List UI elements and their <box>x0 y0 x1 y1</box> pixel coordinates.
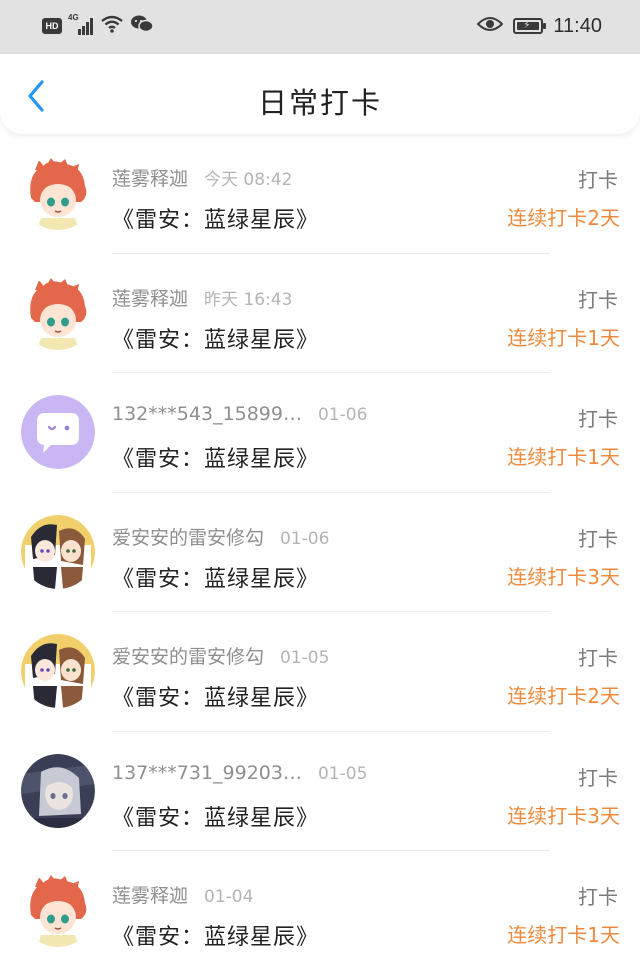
status-left: HD 4G <box>42 13 154 38</box>
username[interactable]: 132***543_15899… <box>112 403 302 425</box>
avatar[interactable] <box>21 395 95 469</box>
name-line: 莲雾释迦 昨天 16:43 <box>112 284 292 311</box>
streak-label: 连续打卡1天 <box>507 325 620 350</box>
username[interactable]: 爱安安的雷安修勾 <box>112 523 264 550</box>
status-right: ⚡ 11:40 <box>477 12 602 40</box>
list-item[interactable]: 莲雾释迦 01-04 《雷安：蓝绿星辰》 打卡 连续打卡1天 <box>0 851 640 971</box>
streak-label: 连续打卡2天 <box>507 684 620 708</box>
name-line: 132***543_15899… 01-06 <box>112 403 367 425</box>
top-nav-bar: 日常打卡 <box>0 54 640 134</box>
name-line: 莲雾释迦 01-04 <box>112 881 253 908</box>
name-line: 爱安安的雷安修勾 01-06 <box>112 523 329 550</box>
list-item[interactable]: 莲雾释迦 昨天 16:43 《雷安：蓝绿星辰》 打卡 连续打卡1天 <box>0 254 640 373</box>
username[interactable]: 莲雾释迦 <box>112 881 188 908</box>
avatar[interactable] <box>21 275 95 350</box>
timestamp: 昨天 16:43 <box>204 289 293 310</box>
book-title[interactable]: 《雷安：蓝绿星辰》 <box>112 322 319 354</box>
wifi-icon <box>100 14 124 38</box>
timestamp: 01-06 <box>317 405 368 425</box>
avatar[interactable] <box>21 753 95 828</box>
streak-label: 连续打卡3天 <box>507 803 620 828</box>
username[interactable]: 爱安安的雷安修勾 <box>112 642 264 669</box>
book-title[interactable]: 《雷安：蓝绿星辰》 <box>112 561 319 593</box>
timestamp: 01-05 <box>280 648 330 668</box>
eye-icon <box>477 15 504 37</box>
list-item[interactable]: 爱安安的雷安修勾 01-05 《雷安：蓝绿星辰》 打卡 连续打卡2天 <box>0 612 640 732</box>
network-type-label: 4G <box>68 13 79 22</box>
streak-label: 连续打卡2天 <box>507 206 620 230</box>
page-title: 日常打卡 <box>257 86 382 120</box>
username[interactable]: 137***731_99203… <box>112 762 302 784</box>
timestamp: 01-04 <box>204 887 254 907</box>
battery-icon: ⚡ <box>513 18 547 34</box>
book-title[interactable]: 《雷安：蓝绿星辰》 <box>112 202 319 234</box>
status-bar: HD 4G ⚡ 11:40 <box>0 0 640 54</box>
list-item[interactable]: 爱安安的雷安修勾 01-06 《雷安：蓝绿星辰》 打卡 连续打卡3天 <box>0 493 640 612</box>
hd-icon: HD <box>42 18 62 34</box>
wechat-icon <box>130 14 154 38</box>
name-line: 爱安安的雷安修勾 01-05 <box>112 642 329 669</box>
timestamp: 今天 08:42 <box>204 170 293 190</box>
book-title[interactable]: 《雷安：蓝绿星辰》 <box>112 919 319 951</box>
streak-label: 连续打卡1天 <box>507 445 620 469</box>
streak-label: 连续打卡1天 <box>507 923 620 947</box>
avatar[interactable] <box>21 514 95 589</box>
avatar[interactable] <box>21 634 95 708</box>
name-line: 莲雾释迦 今天 08:42 <box>112 164 292 191</box>
avatar[interactable] <box>21 156 95 230</box>
timestamp: 01-05 <box>317 763 368 784</box>
list-item[interactable]: 132***543_15899… 01-06 《雷安：蓝绿星辰》 打卡 连续打卡… <box>0 373 640 493</box>
name-line: 137***731_99203… 01-05 <box>112 762 367 784</box>
username[interactable]: 莲雾释迦 <box>112 284 188 311</box>
checkin-label: 打卡 <box>578 646 618 670</box>
list-item[interactable]: 莲雾释迦 今天 08:42 《雷安：蓝绿星辰》 打卡 连续打卡2天 <box>0 134 640 254</box>
signal-icon: 4G <box>68 13 94 36</box>
username[interactable]: 莲雾释迦 <box>112 164 188 191</box>
checkin-label: 打卡 <box>578 407 618 431</box>
checkin-list: 莲雾释迦 今天 08:42 《雷安：蓝绿星辰》 打卡 连续打卡2天 莲雾释迦 昨 <box>0 134 640 971</box>
status-time: 11:40 <box>553 14 602 37</box>
checkin-label: 打卡 <box>578 765 618 790</box>
checkin-label: 打卡 <box>578 168 618 192</box>
list-item[interactable]: 137***731_99203… 01-05 《雷安：蓝绿星辰》 打卡 连续打卡… <box>0 732 640 851</box>
book-title[interactable]: 《雷安：蓝绿星辰》 <box>112 800 319 832</box>
avatar[interactable] <box>21 873 95 947</box>
book-title[interactable]: 《雷安：蓝绿星辰》 <box>112 441 319 473</box>
checkin-label: 打卡 <box>578 287 618 312</box>
streak-label: 连续打卡3天 <box>507 564 620 589</box>
checkin-label: 打卡 <box>578 526 618 551</box>
timestamp: 01-06 <box>280 528 330 549</box>
checkin-label: 打卡 <box>578 885 618 909</box>
book-title[interactable]: 《雷安：蓝绿星辰》 <box>112 680 319 712</box>
